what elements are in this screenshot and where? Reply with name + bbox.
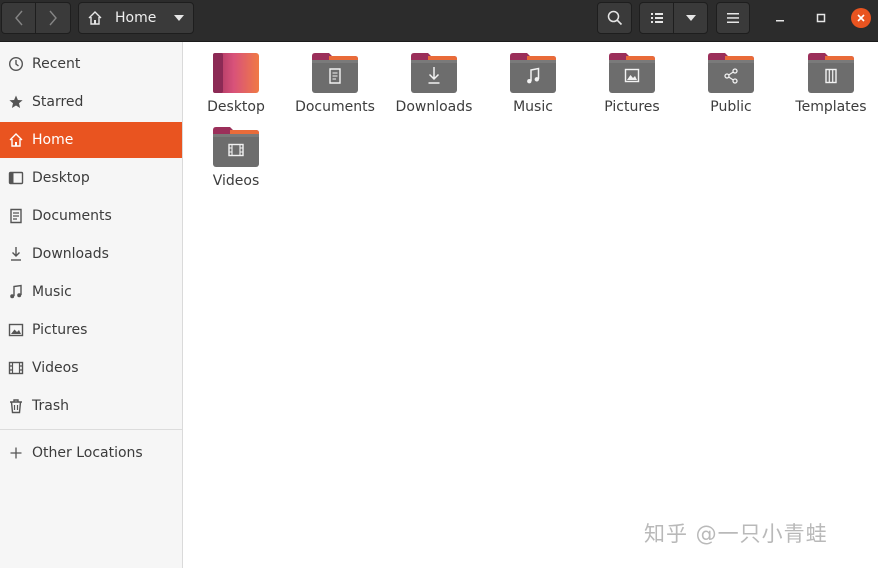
picture-icon	[8, 322, 24, 338]
hamburger-menu-icon	[727, 13, 739, 23]
search-button[interactable]	[597, 2, 632, 34]
sidebar-item-label: Trash	[32, 398, 69, 414]
chevron-down-icon	[174, 15, 184, 21]
watermark: 知乎 @一只小青蛙	[644, 522, 828, 546]
list-view-button[interactable]	[639, 2, 674, 34]
sidebar-item-other-locations[interactable]: Other Locations	[0, 435, 182, 471]
videos-folder-icon	[213, 127, 259, 167]
folder-label: Desktop	[207, 99, 265, 115]
document-icon	[8, 208, 24, 224]
pictures-folder-icon	[609, 53, 655, 93]
public-folder-icon	[708, 53, 754, 93]
desktop-folder-icon	[213, 53, 259, 93]
sidebar-item-label: Other Locations	[32, 445, 143, 461]
download-icon	[8, 246, 24, 262]
home-icon	[88, 11, 102, 25]
sidebar-item-label: Desktop	[32, 170, 90, 186]
folder-videos[interactable]: Videos	[190, 126, 282, 196]
list-view-icon	[650, 13, 663, 23]
desktop-icon	[8, 170, 24, 186]
sidebar-item-starred[interactable]: Starred	[0, 84, 182, 120]
sidebar: Recent Starred Home Desktop Documents Do…	[0, 42, 183, 568]
sidebar-item-label: Music	[32, 284, 72, 300]
sidebar-item-label: Home	[32, 132, 74, 148]
close-icon	[857, 14, 865, 22]
chevron-right-icon	[49, 10, 57, 26]
folder-label: Music	[513, 99, 553, 115]
header-bar: Home	[0, 0, 878, 42]
sidebar-item-label: Pictures	[32, 322, 88, 338]
minimize-button[interactable]	[770, 8, 790, 28]
folder-public[interactable]: Public	[685, 52, 777, 122]
folder-label: Templates	[795, 99, 867, 115]
back-button[interactable]	[1, 2, 36, 34]
close-button[interactable]	[851, 8, 871, 28]
sidebar-item-videos[interactable]: Videos	[0, 350, 182, 386]
templates-folder-icon	[808, 53, 854, 93]
video-icon	[8, 360, 24, 376]
home-icon	[8, 132, 24, 148]
folder-templates[interactable]: Templates	[785, 52, 877, 122]
folder-documents[interactable]: Documents	[289, 52, 381, 122]
sidebar-item-desktop[interactable]: Desktop	[0, 160, 182, 196]
folder-label: Documents	[295, 99, 375, 115]
sidebar-item-label: Starred	[32, 94, 84, 110]
trash-icon	[8, 398, 24, 414]
file-grid: Desktop Documents Downloads Music Pictur…	[183, 42, 878, 568]
sidebar-item-pictures[interactable]: Pictures	[0, 312, 182, 348]
folder-desktop[interactable]: Desktop	[190, 52, 282, 122]
sidebar-item-recent[interactable]: Recent	[0, 46, 182, 82]
sidebar-item-label: Downloads	[32, 246, 109, 262]
sidebar-item-label: Documents	[32, 208, 112, 224]
folder-label: Downloads	[395, 99, 473, 115]
folder-label: Videos	[212, 173, 260, 189]
downloads-folder-icon	[411, 53, 457, 93]
path-label: Home	[115, 10, 157, 26]
sidebar-item-label: Recent	[32, 56, 81, 72]
folder-pictures[interactable]: Pictures	[586, 52, 678, 122]
view-options-dropdown[interactable]	[673, 2, 708, 34]
forward-button[interactable]	[35, 2, 71, 34]
music-icon	[8, 284, 24, 300]
chevron-down-icon	[685, 15, 696, 21]
star-icon	[8, 94, 24, 110]
sidebar-item-downloads[interactable]: Downloads	[0, 236, 182, 272]
minimize-icon	[776, 20, 784, 22]
sidebar-item-home[interactable]: Home	[0, 122, 182, 158]
maximize-icon	[816, 13, 826, 23]
sidebar-item-trash[interactable]: Trash	[0, 388, 182, 424]
plus-icon	[8, 445, 24, 461]
clock-icon	[8, 56, 24, 72]
maximize-button[interactable]	[811, 8, 831, 28]
chevron-left-icon	[14, 10, 23, 26]
documents-folder-icon	[312, 53, 358, 93]
folder-label: Pictures	[604, 99, 660, 115]
folder-music[interactable]: Music	[487, 52, 579, 122]
sidebar-divider	[0, 429, 182, 430]
path-bar-home-button[interactable]: Home	[78, 2, 194, 34]
folder-downloads[interactable]: Downloads	[388, 52, 480, 122]
main-menu-button[interactable]	[716, 2, 750, 34]
search-icon	[607, 10, 622, 26]
sidebar-item-label: Videos	[32, 360, 79, 376]
sidebar-item-music[interactable]: Music	[0, 274, 182, 310]
folder-label: Public	[710, 99, 752, 115]
music-folder-icon	[510, 53, 556, 93]
sidebar-item-documents[interactable]: Documents	[0, 198, 182, 234]
